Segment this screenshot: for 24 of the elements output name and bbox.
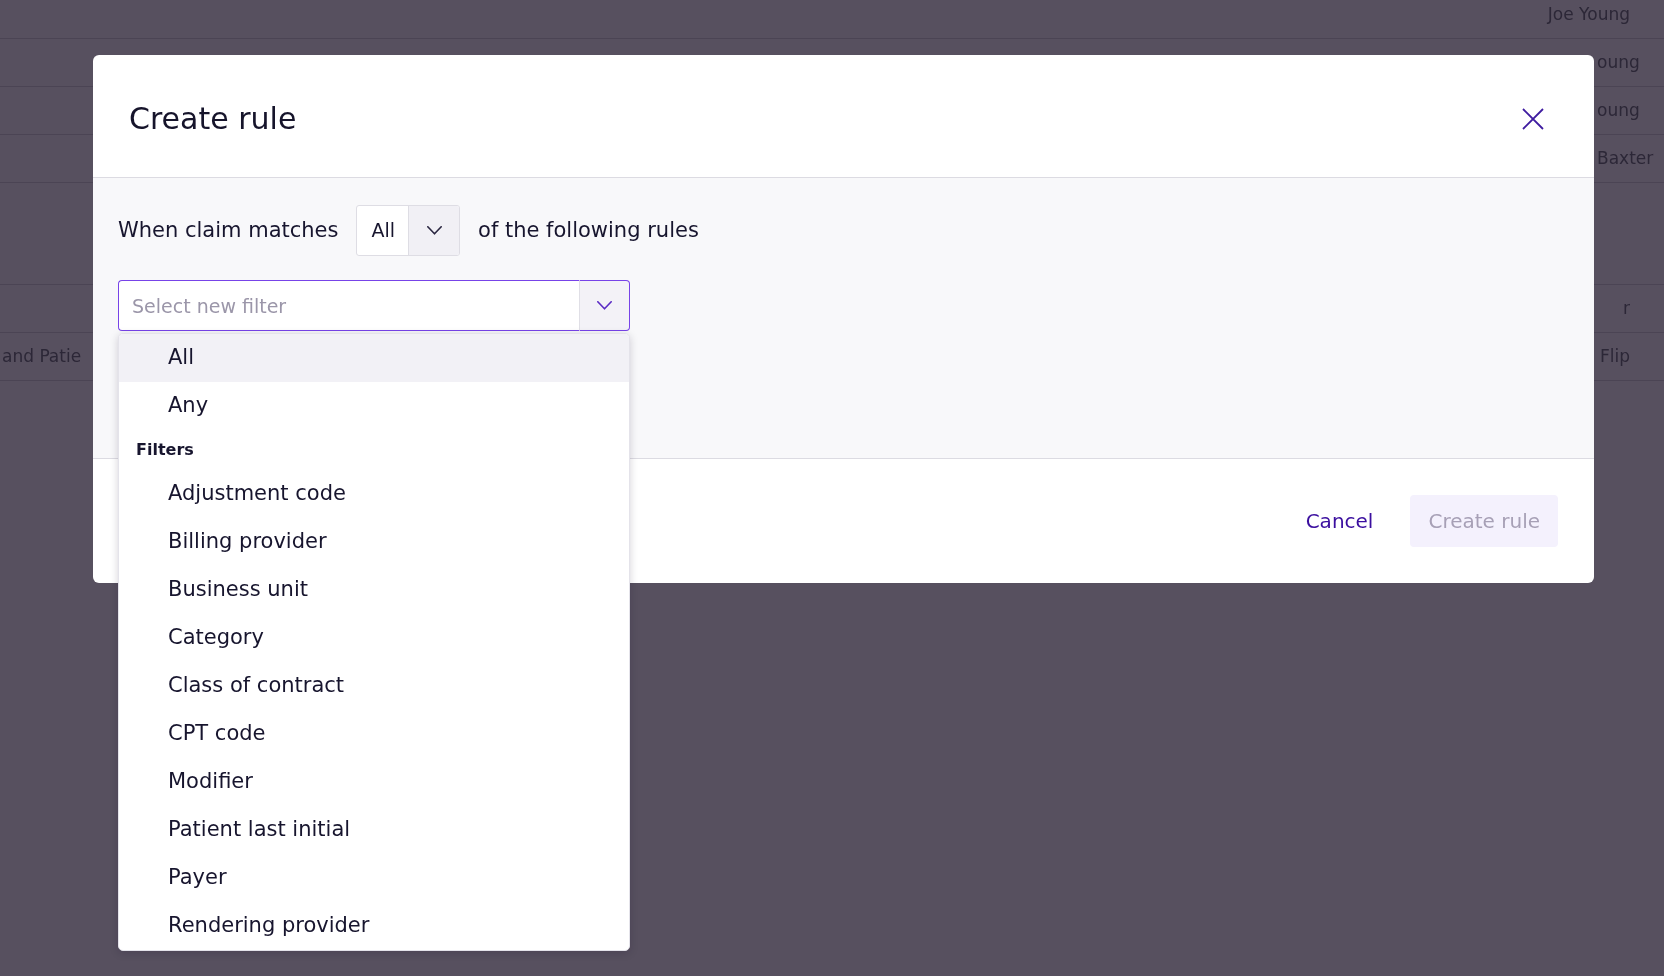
menu-option[interactable]: Billing provider — [119, 518, 629, 566]
menu-option[interactable]: Payer — [119, 854, 629, 902]
chevron-down-icon — [426, 226, 442, 235]
menu-option[interactable]: Modifier — [119, 758, 629, 806]
menu-option[interactable]: Rendering provider — [119, 902, 629, 950]
menu-option[interactable]: Adjustment code — [119, 470, 629, 518]
dropdown-button[interactable] — [579, 280, 630, 331]
close-icon — [1522, 107, 1544, 130]
menu-option[interactable]: Category — [119, 614, 629, 662]
condition-text: of the following rules — [478, 217, 699, 244]
filter-input[interactable]: Select new filter — [118, 280, 579, 331]
match-select[interactable]: All — [356, 205, 461, 256]
menu-option[interactable]: Business unit — [119, 566, 629, 614]
close-button[interactable] — [1522, 107, 1544, 130]
dialog-title: Create rule — [129, 100, 297, 137]
menu-group-heading: Filters — [135, 439, 195, 462]
chevron-down-icon — [597, 301, 612, 310]
menu-option[interactable]: CPT code — [119, 710, 629, 758]
condition-text: When claim matches — [118, 217, 339, 244]
menu-option[interactable]: Patient last initial — [119, 806, 629, 854]
menu-option[interactable]: All — [119, 334, 629, 382]
menu-option[interactable]: Class of contract — [119, 662, 629, 710]
cancel-button[interactable]: Cancel — [1287, 497, 1392, 545]
menu-option[interactable]: Any — [119, 382, 629, 430]
